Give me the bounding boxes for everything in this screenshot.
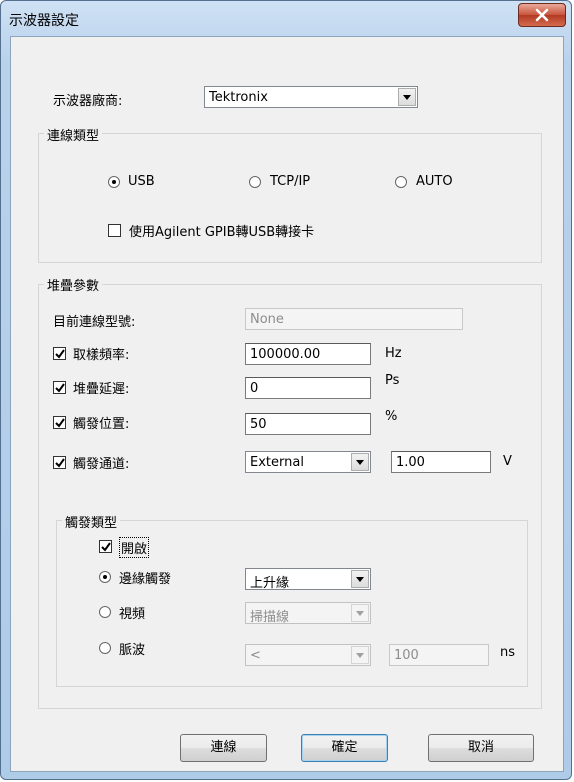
trigger-position-input[interactable]: 50	[245, 413, 371, 435]
pulse-value: 100	[394, 648, 419, 663]
chevron-down-icon	[351, 604, 369, 622]
stack-delay-value: 0	[250, 381, 259, 396]
ok-button[interactable]: 確定	[301, 734, 388, 762]
vendor-select[interactable]: Tektronix	[204, 86, 418, 108]
trigger-level-value: 1.00	[396, 455, 425, 470]
trigger-level-unit: V	[503, 454, 512, 469]
radio-auto-label: AUTO	[416, 174, 453, 189]
trigger-level-input[interactable]: 1.00	[391, 451, 491, 473]
stack-delay-input[interactable]: 0	[245, 377, 371, 399]
connect-button[interactable]: 連線	[180, 734, 267, 762]
trigger-type-title: 觸發類型	[62, 512, 121, 531]
gpib-adapter-checkbox[interactable]	[108, 224, 121, 237]
radio-auto[interactable]	[395, 176, 407, 188]
pulse-unit: ns	[500, 645, 516, 660]
pulse-op-value: <	[250, 648, 261, 663]
trigger-channel-value: External	[250, 455, 304, 470]
radio-tcpip-label: TCP/IP	[270, 174, 311, 189]
video-value: 掃描線	[250, 610, 290, 625]
pulse-label: 脈波	[119, 643, 146, 658]
radio-edge-trigger[interactable]	[99, 571, 111, 583]
window-title: 示波器設定	[9, 13, 79, 29]
sample-rate-unit: Hz	[385, 346, 402, 361]
chevron-down-icon[interactable]	[351, 453, 369, 471]
radio-usb[interactable]	[108, 176, 120, 188]
chevron-down-icon[interactable]	[398, 88, 416, 106]
trigger-position-value: 50	[250, 417, 267, 432]
close-button[interactable]	[518, 3, 566, 27]
video-label: 視頻	[119, 607, 146, 622]
trigger-enable-label: 開啟	[119, 537, 150, 558]
sample-rate-checkbox[interactable]	[53, 347, 66, 360]
stack-delay-unit: Ps	[385, 373, 400, 388]
pulse-value-input: 100	[389, 644, 489, 666]
check-icon	[55, 418, 65, 428]
trigger-channel-label: 觸發通道:	[73, 457, 130, 472]
radio-tcpip[interactable]	[249, 176, 261, 188]
cancel-button[interactable]: 取消	[428, 734, 534, 762]
check-icon	[55, 383, 65, 393]
edge-value: 上升緣	[250, 576, 290, 591]
check-icon	[55, 458, 65, 468]
radio-usb-label: USB	[128, 174, 155, 189]
video-select: 掃描線	[245, 602, 371, 625]
sample-rate-input[interactable]: 100000.00	[245, 343, 371, 365]
radio-video[interactable]	[99, 606, 111, 618]
chevron-down-icon	[351, 646, 369, 664]
check-icon	[55, 349, 65, 359]
sample-rate-value: 100000.00	[250, 347, 321, 362]
trigger-enable-checkbox[interactable]	[99, 540, 112, 553]
vendor-label: 示波器廠商:	[53, 94, 123, 109]
edge-select[interactable]: 上升緣	[245, 568, 371, 591]
check-icon	[101, 542, 111, 552]
edge-trigger-label: 邊緣觸發	[119, 572, 172, 587]
connection-type-title: 連線類型	[44, 125, 103, 144]
dialog-client-area: 示波器廠商: Tektronix 連線類型 USB TCP/IP AUTO 使用…	[10, 36, 564, 772]
stack-delay-checkbox[interactable]	[53, 381, 66, 394]
radio-pulse[interactable]	[99, 642, 111, 654]
sample-rate-label: 取樣頻率:	[73, 348, 130, 363]
model-value: None	[250, 312, 284, 327]
trigger-position-checkbox[interactable]	[53, 416, 66, 429]
trigger-position-unit: %	[385, 409, 398, 424]
trigger-channel-select[interactable]: External	[245, 451, 371, 473]
gpib-adapter-label: 使用Agilent GPIB轉USB轉接卡	[129, 225, 315, 240]
stack-params-title: 堆疊參數	[44, 275, 103, 294]
close-icon	[535, 8, 549, 22]
trigger-channel-checkbox[interactable]	[53, 456, 66, 469]
connection-type-group	[38, 133, 542, 263]
trigger-position-label: 觸發位置:	[73, 417, 130, 432]
pulse-op-select: <	[245, 644, 371, 666]
model-label: 目前連線型號:	[53, 315, 136, 330]
model-field: None	[245, 308, 463, 330]
chevron-down-icon[interactable]	[351, 570, 369, 588]
dialog-window: 示波器設定 示波器廠商: Tektronix 連線類型 USB TCP/IP A…	[0, 0, 572, 780]
vendor-value: Tektronix	[209, 90, 268, 105]
stack-delay-label: 堆疊延遲:	[73, 382, 130, 397]
